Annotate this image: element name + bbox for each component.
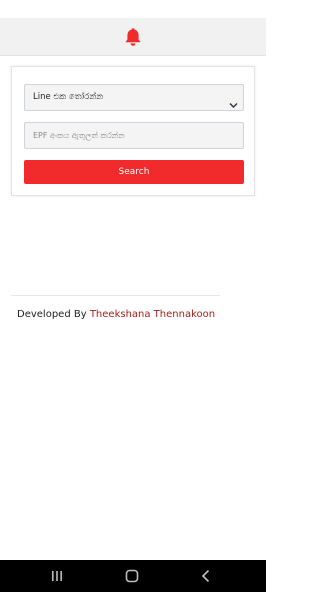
- epf-number-input[interactable]: [24, 122, 244, 149]
- footer-prefix: Developed By: [17, 309, 87, 320]
- recent-apps-icon[interactable]: [48, 567, 66, 585]
- status-bar: [0, 0, 266, 18]
- line-select-value: Line එක තෝරන්න: [33, 92, 104, 102]
- developer-name: Theekshana Thennakoon: [89, 309, 216, 320]
- back-icon[interactable]: [197, 567, 215, 585]
- system-nav-bar: [0, 560, 266, 592]
- search-card: Line එක තෝරන්න Search: [11, 66, 255, 196]
- chevron-down-icon: [229, 94, 238, 108]
- home-icon[interactable]: [123, 567, 141, 585]
- bell-icon[interactable]: [124, 27, 142, 47]
- line-select[interactable]: Line එක තෝරන්න: [24, 84, 244, 111]
- search-button[interactable]: Search: [24, 160, 244, 184]
- footer-divider: [11, 295, 220, 296]
- app-header: [0, 18, 266, 56]
- footer-credit: Developed By Theekshana Thennakoon: [17, 309, 215, 320]
